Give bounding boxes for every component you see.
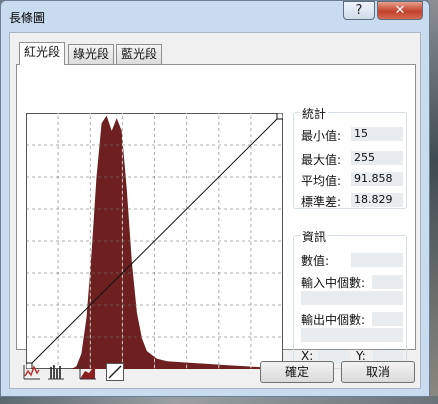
dialog-body: 紅光段 綠光段 藍光段 統計 最小值: 15 最大值: 255 平均值: 91.…: [9, 32, 421, 389]
histogram-window: 長條圖 ? ✕ 紅光段 綠光段 藍光段 統計 最小值: 15 最大值: 255 …: [0, 0, 430, 397]
histogram-columns-icon[interactable]: [47, 363, 65, 381]
value-label: 數值:: [301, 254, 330, 268]
stats-title: 統計: [300, 105, 329, 122]
value-field: [351, 253, 403, 267]
mean-label: 平均值:: [301, 174, 342, 188]
tab-blue[interactable]: 藍光段: [116, 44, 163, 64]
tab-red[interactable]: 紅光段: [19, 42, 66, 65]
max-label: 最大值:: [301, 153, 342, 167]
histogram-fill-icon[interactable]: [79, 363, 97, 381]
help-button[interactable]: ?: [343, 1, 375, 20]
input-count-label: 輸入中個數:: [301, 276, 366, 290]
stats-group: 統計 最小值: 15 最大值: 255 平均值: 91.858 標準差: 18.…: [293, 105, 407, 209]
mean-value: 91.858: [351, 172, 403, 186]
output-count-label: 輸出中個數:: [301, 313, 366, 327]
max-value: 255: [351, 151, 403, 165]
histogram-chart[interactable]: [26, 113, 283, 369]
ok-button[interactable]: 確定: [260, 361, 334, 383]
curve-handle-end: [276, 113, 283, 120]
window-title: 長條圖: [9, 11, 46, 25]
histogram-line-icon[interactable]: [23, 363, 41, 381]
tab-green[interactable]: 綠光段: [68, 44, 115, 64]
min-label: 最小值:: [301, 129, 342, 143]
min-value: 15: [351, 127, 403, 141]
std-value: 18.829: [351, 193, 403, 207]
input-count-field: [372, 275, 403, 289]
curve-line-icon[interactable]: [106, 363, 124, 381]
close-button[interactable]: ✕: [377, 1, 423, 20]
output-count-field: [372, 312, 403, 326]
info-group: 資訊 數值: 輸入中個數: 輸出中個數: X: Y:: [293, 228, 407, 369]
output-count-field-2: [301, 328, 403, 342]
cancel-button[interactable]: 取消: [341, 361, 415, 383]
input-count-field-2: [301, 291, 403, 305]
info-title: 資訊: [300, 228, 329, 245]
std-label: 標準差:: [301, 195, 342, 209]
tab-panel: 統計 最小值: 15 最大值: 255 平均值: 91.858 標準差: 18.…: [16, 64, 416, 369]
